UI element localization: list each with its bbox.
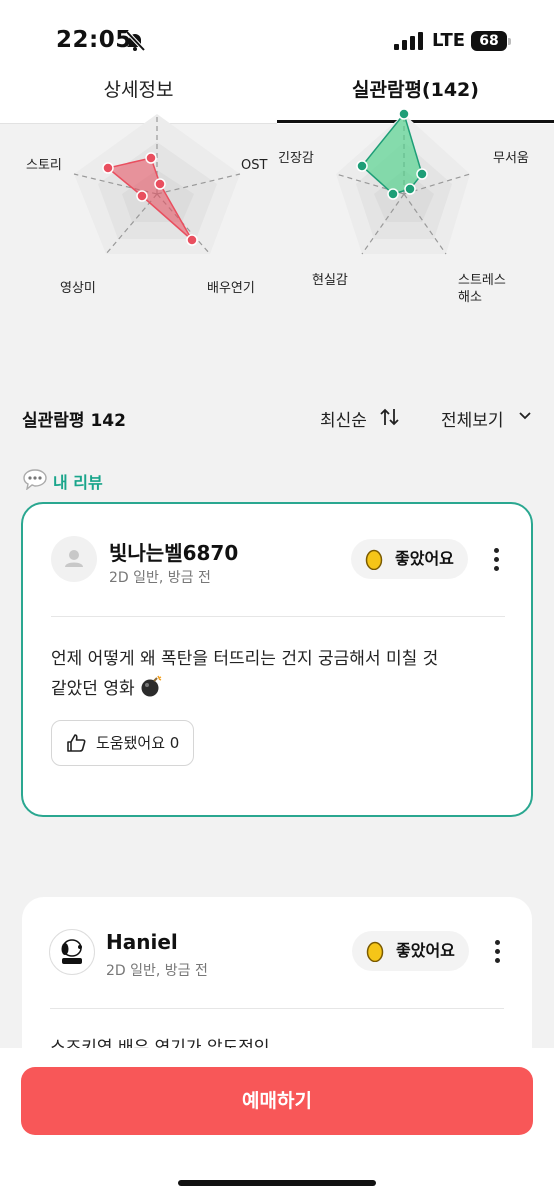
user-name[interactable]: 빛나는벨6870	[109, 537, 238, 566]
review-summary-row: 실관람평 142 최신순 전체보기	[0, 398, 554, 438]
status-bar: 22:05 LTE 68	[0, 0, 554, 72]
sort-arrows-icon[interactable]	[380, 408, 400, 426]
radar-chart-right	[335, 108, 471, 255]
network-type: LTE	[432, 30, 466, 51]
radar-label-visuals: 영상미	[60, 281, 96, 296]
reaction-label: 좋았어요	[395, 549, 454, 568]
bottom-action-bar: 예매하기	[0, 1048, 554, 1200]
thumbs-up-icon	[67, 734, 86, 752]
radar-label-story: 스토리	[26, 158, 62, 173]
reaction-badge: 좋았어요	[351, 539, 468, 579]
my-review-card: 빛나는벨6870 2D 일반, 방금 전 좋았어요 언제 어떻게 왜 폭탄을 터…	[21, 502, 533, 817]
radar-label-acting: 배우연기	[207, 281, 255, 296]
avatar[interactable]	[49, 929, 95, 975]
radar-label-ost: OST	[241, 158, 268, 173]
filter-dropdown[interactable]: 전체보기	[441, 406, 504, 431]
helpful-button[interactable]: 도움됐어요 0	[51, 720, 195, 766]
avatar[interactable]	[51, 536, 97, 582]
more-options-icon[interactable]	[491, 548, 501, 576]
bell-slash-icon	[125, 30, 146, 52]
golden-egg-icon	[366, 941, 384, 962]
review-text: 언제 어떻게 왜 폭탄을 터뜨리는 건지 궁금해서 미칠 것 같았던 영화	[51, 644, 511, 704]
review-meta: 2D 일반, 방금 전	[106, 963, 208, 979]
card-divider	[50, 1008, 504, 1009]
rating-radar-section: 스토리 OST 영상미 배우연기 긴장감 무서움 현실감 스트레스 해소	[0, 108, 554, 374]
radar-label-stress: 스트레스	[458, 273, 506, 288]
review-text-line-1: 언제 어떻게 왜 폭탄을 터뜨리는 건지 궁금해서 미칠 것	[51, 649, 439, 669]
snoopy-avatar-icon	[61, 939, 82, 964]
radar-label-tension: 긴장감	[278, 151, 314, 166]
battery-level: 68	[471, 31, 507, 51]
bomb-icon	[141, 675, 161, 697]
my-review-label: 내 리뷰	[53, 473, 103, 492]
helpful-label: 도움됐어요 0	[96, 734, 180, 752]
signal-icon	[394, 32, 423, 50]
home-indicator	[178, 1180, 376, 1186]
golden-egg-icon	[365, 549, 383, 570]
default-user-icon	[65, 550, 83, 567]
sort-button[interactable]: 최신순	[320, 406, 367, 431]
chevron-down-icon[interactable]	[518, 410, 532, 422]
radar-chart-left	[73, 114, 241, 255]
reaction-label: 좋았어요	[396, 941, 455, 960]
reserve-button[interactable]: 예매하기	[21, 1067, 533, 1135]
review-meta: 2D 일반, 방금 전	[109, 570, 211, 586]
review-count-title: 실관람평 142	[22, 411, 126, 431]
user-name[interactable]: Haniel	[106, 930, 178, 954]
review-text-line-2: 같았던 영화	[51, 674, 511, 704]
radar-label-scary: 무서움	[493, 151, 529, 166]
radar-label-realism: 현실감	[312, 273, 348, 288]
more-options-icon[interactable]	[492, 940, 502, 968]
battery-icon: 68	[471, 31, 511, 51]
radar-label-relief: 해소	[458, 290, 482, 305]
speech-bubble-icon	[23, 469, 47, 490]
reaction-badge: 좋았어요	[352, 931, 469, 971]
card-divider	[51, 616, 505, 617]
status-time: 22:05	[56, 27, 132, 53]
